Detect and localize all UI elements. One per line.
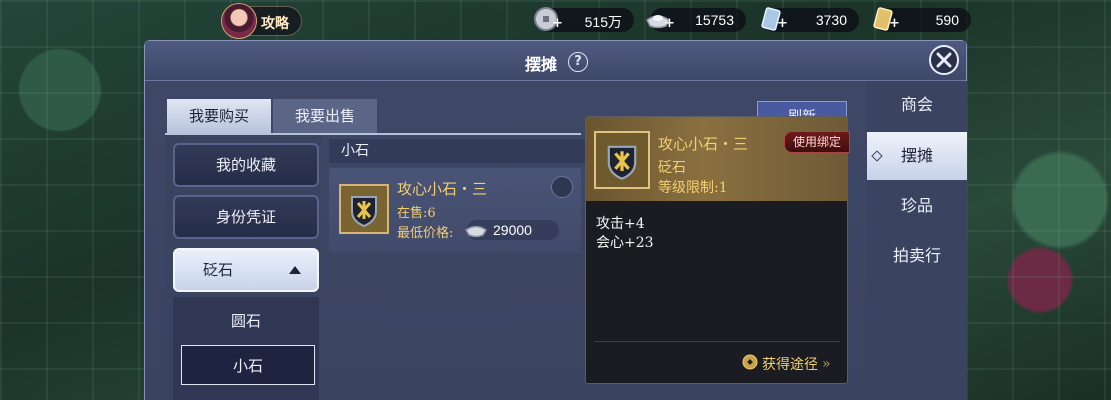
- nav-item-stall[interactable]: 摆摊: [867, 132, 967, 180]
- favorite-toggle[interactable]: [551, 176, 573, 198]
- nav-item-label: 珍品: [900, 196, 933, 215]
- category-list: 我的收藏 身份凭证 砭石 圆石 小石: [165, 135, 321, 400]
- add-icon: +: [552, 16, 563, 31]
- close-button[interactable]: [929, 45, 959, 75]
- stat-crit: 会心+23: [596, 235, 654, 251]
- chevron-up-icon: [289, 266, 301, 274]
- currency-ticket[interactable]: + 3730: [761, 7, 859, 32]
- item-price: 29000: [493, 222, 532, 238]
- currency-value: 515万: [584, 14, 622, 30]
- stat-attack: 攻击+4: [596, 216, 645, 232]
- panel-title-bar: 摆摊 ?: [145, 41, 966, 81]
- subcategory-round-stone[interactable]: 圆石: [173, 301, 319, 341]
- nav-item-chamber[interactable]: 商会: [867, 81, 967, 129]
- category-bianshi-label: 砭石: [203, 261, 234, 279]
- category-identity[interactable]: 身份凭证: [173, 195, 319, 239]
- diamond-icon: [871, 150, 883, 162]
- currency-value: 590: [935, 12, 959, 28]
- item-icon: [339, 184, 389, 234]
- price-pill: 29000: [464, 220, 559, 240]
- tab-buy[interactable]: 我要购买: [167, 99, 271, 133]
- tooltip-level-requirement: 等级限制:1: [658, 180, 728, 196]
- bind-badge: 使用绑定: [784, 131, 850, 153]
- category-bianshi[interactable]: 砭石: [173, 248, 319, 292]
- subcategory-small-stone[interactable]: 小石: [181, 345, 315, 385]
- item-tooltip: 攻心小石・三 砭石 等级限制:1 使用绑定 攻击+4 会心+23 获得途径 »: [585, 116, 850, 384]
- obtain-source-label: 获得途径: [762, 357, 818, 373]
- strategy-button[interactable]: 攻略: [221, 3, 302, 39]
- subcategory-list: 圆石 小石: [173, 297, 319, 400]
- tooltip-item-type: 砭石: [658, 160, 686, 176]
- avatar: [221, 3, 257, 39]
- nav-item-label: 摆摊: [900, 146, 933, 165]
- item-on-sale: 在售:6: [397, 206, 436, 221]
- nav-item-treasures[interactable]: 珍品: [867, 182, 967, 230]
- obtain-source-link[interactable]: 获得途径 »: [742, 353, 831, 375]
- category-favorites[interactable]: 我的收藏: [173, 143, 319, 187]
- add-icon: +: [777, 16, 788, 31]
- strategy-label: 攻略: [261, 16, 289, 32]
- list-header: 小石: [329, 139, 585, 163]
- tooltip-item-name: 攻心小石・三: [658, 135, 749, 153]
- currency-value: 15753: [695, 12, 734, 28]
- top-bar: 攻略 + 515万 + 15753 + 3730 + 590: [0, 0, 1111, 40]
- silver-ingot-icon: [463, 218, 489, 244]
- item-card[interactable]: 攻心小石・三 在售:6 最低价格: 29000: [329, 168, 581, 253]
- add-icon: +: [889, 16, 900, 31]
- tooltip-item-icon: [594, 131, 650, 189]
- double-chevron-right-icon: »: [822, 356, 831, 372]
- tab-sell[interactable]: 我要出售: [273, 99, 377, 133]
- add-icon: +: [664, 16, 675, 31]
- tooltip-divider: [594, 341, 840, 342]
- help-icon[interactable]: ?: [568, 52, 588, 72]
- currency-ingot[interactable]: + 15753: [646, 8, 746, 32]
- tooltip-header: 攻心小石・三 砭石 等级限制:1 使用绑定: [586, 117, 850, 201]
- currency-silver[interactable]: + 515万: [534, 7, 634, 32]
- currency-value: 3730: [815, 12, 847, 28]
- coin-icon: [742, 354, 758, 374]
- currency-gold-ticket[interactable]: + 590: [873, 7, 971, 32]
- right-nav: 商会 摆摊 珍品 拍卖行: [867, 81, 967, 400]
- nav-item-label: 商会: [900, 95, 933, 114]
- nav-item-label: 拍卖行: [892, 246, 941, 265]
- item-name: 攻心小石・三: [397, 180, 488, 198]
- close-icon: [936, 52, 952, 68]
- page-title: 摆摊: [525, 55, 558, 74]
- item-price-label: 最低价格:: [397, 226, 454, 241]
- nav-item-auction[interactable]: 拍卖行: [867, 232, 967, 280]
